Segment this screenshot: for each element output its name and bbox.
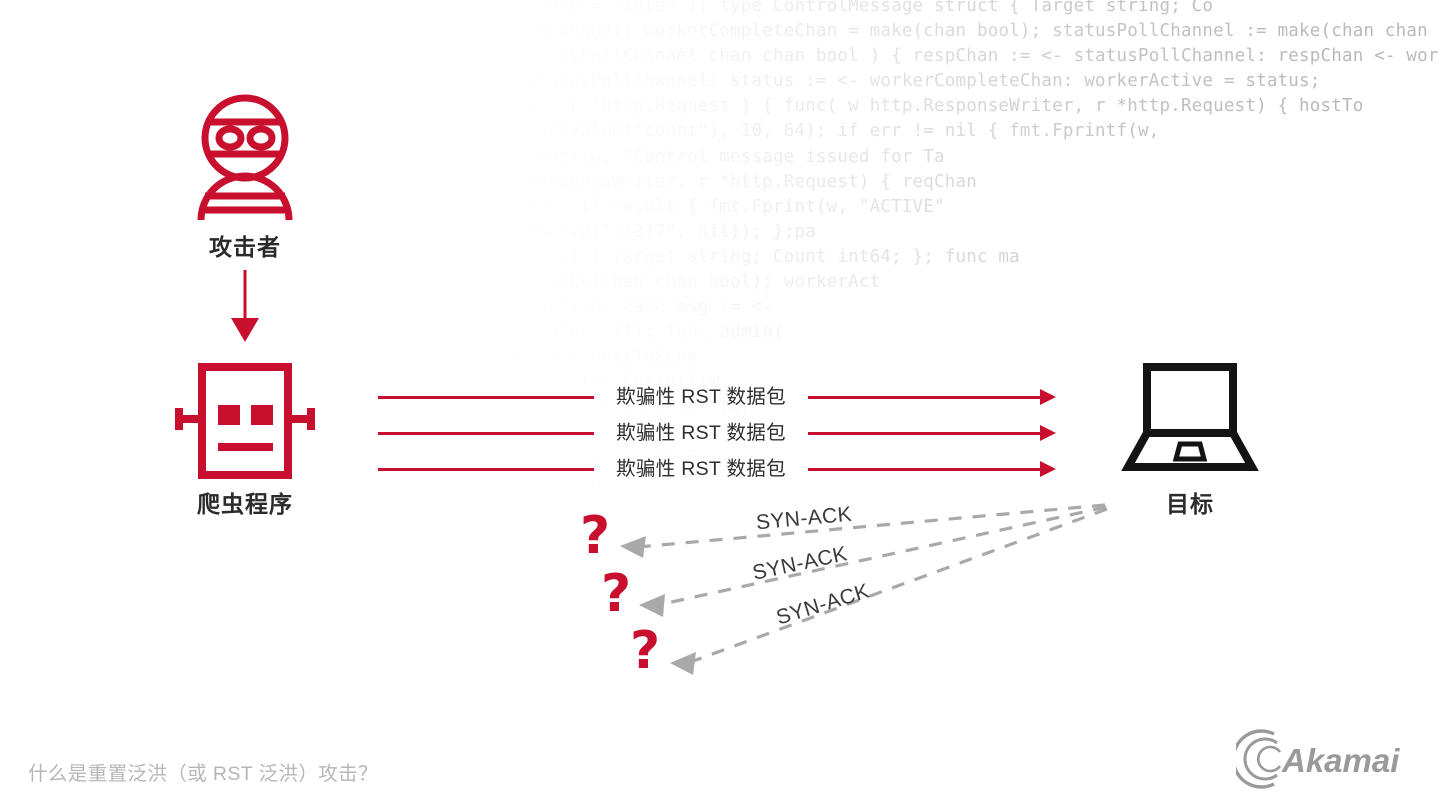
code-line: func admin( cc chan ControlMessage, stat… bbox=[0, 46, 1440, 67]
code-line: respChan <- workerActive; case msg := <- bbox=[0, 297, 773, 318]
node-attacker: 攻击者 bbox=[145, 92, 345, 262]
rst-line-left bbox=[378, 396, 594, 399]
question-mark: ? bbox=[630, 621, 661, 681]
arrowhead-left-icon bbox=[620, 536, 646, 558]
code-line: statusPollChannel := make(chan chan bool… bbox=[0, 272, 881, 293]
rst-flow-label: 欺骗性 RST 数据包 bbox=[616, 386, 786, 408]
code-line: var ( controlChannel = make(chan Control… bbox=[0, 21, 1440, 42]
arrowhead-left-icon bbox=[670, 652, 696, 675]
akamai-wave-logo: Akamai bbox=[1236, 729, 1400, 789]
rst-line-left bbox=[378, 432, 594, 435]
page-caption: 什么是重置泛洪（或 RST 泛洪）攻击？ bbox=[28, 763, 378, 785]
rst-line-right bbox=[808, 396, 1044, 399]
arrowhead-right-icon bbox=[1040, 389, 1056, 405]
robot-face-icon bbox=[175, 363, 315, 479]
rst-line-right bbox=[808, 432, 1044, 435]
diagram-canvas: const ( statusRunning = "running"; statu… bbox=[0, 0, 1440, 810]
arrowhead-right-icon bbox=[1040, 461, 1056, 477]
node-label-attacker: 攻击者 bbox=[209, 234, 281, 260]
arrowhead-right-icon bbox=[1040, 425, 1056, 441]
synack-flow-group: ? ? ? SYN-ACK SYN-ACK SYN-ACK bbox=[560, 480, 1140, 700]
akamai-wordmark: Akamai bbox=[1281, 742, 1400, 779]
laptop-icon bbox=[1121, 363, 1259, 471]
node-bot: 爬虫程序 bbox=[145, 363, 345, 519]
question-mark: ? bbox=[601, 564, 632, 624]
down-arrow-icon bbox=[231, 270, 259, 342]
code-line: workerActive = status; }}); func admin( bbox=[0, 322, 784, 343]
question-mark: ? bbox=[580, 506, 611, 566]
rst-flow-row: 欺骗性 RST 数据包 bbox=[378, 418, 1068, 448]
node-label-bot: 爬虫程序 bbox=[197, 491, 293, 517]
arrowhead-left-icon bbox=[639, 594, 665, 617]
rst-line-left bbox=[378, 468, 594, 471]
rst-flow-group: 欺骗性 RST 数据包 欺骗性 RST 数据包 欺骗性 RST 数据包 bbox=[378, 378, 1068, 488]
rst-flow-label: 欺骗性 RST 数据包 bbox=[616, 422, 786, 444]
code-line: const ( statusRunning = "running"; statu… bbox=[0, 0, 1214, 16]
code-line: for { select { case respChan := <- statu… bbox=[0, 71, 1321, 92]
masked-attacker-icon bbox=[197, 94, 293, 221]
rst-flow-row: 欺骗性 RST 数据包 bbox=[378, 382, 1068, 412]
rst-line-right bbox=[808, 468, 1044, 471]
